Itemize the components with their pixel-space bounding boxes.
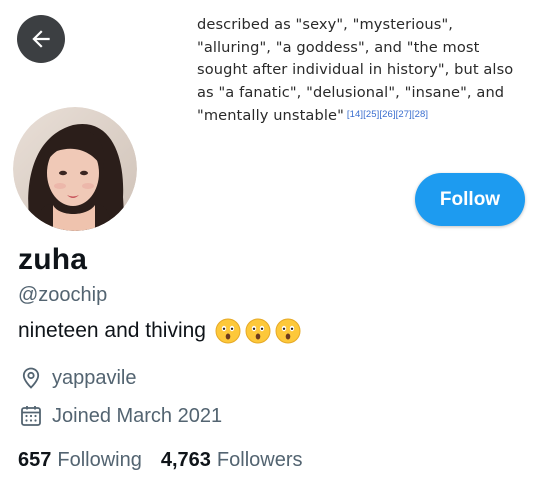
location-pin-icon [22, 367, 40, 389]
banner-line: sought after individual in history", but… [197, 61, 514, 78]
astonished-face-emoji [275, 318, 301, 344]
banner-line: described as "sexy", "mysterious", [197, 16, 454, 33]
location-text: yappavile [52, 366, 137, 389]
banner-line: "mentally unstable" [197, 107, 344, 124]
following-count: 657 [18, 449, 52, 471]
followers-label: Followers [216, 449, 303, 471]
profile-joined-date: Joined March 2021 [19, 404, 222, 428]
followers-count: 4,763 [160, 449, 211, 471]
bio: nineteen and thiving [18, 318, 301, 344]
profile-stats: 657 Following 4,763 Followers [18, 449, 303, 472]
astonished-face-emoji [245, 318, 271, 344]
citation-links: [14][25][26][27][28] [346, 109, 429, 120]
profile-location: yappavile [19, 366, 137, 390]
bio-text: nineteen and thiving [18, 319, 206, 342]
astonished-face-emoji [215, 318, 241, 344]
bio-emoji-row [215, 318, 301, 344]
back-button[interactable] [17, 15, 65, 63]
display-name: zuha [18, 243, 88, 276]
user-handle: @zoochip [18, 284, 108, 306]
avatar[interactable] [13, 107, 137, 231]
follow-button[interactable]: Follow [415, 173, 525, 226]
banner-text: described as "sexy", "mysterious", "allu… [197, 14, 527, 128]
avatar-photo [13, 107, 137, 231]
following-label: Following [57, 449, 142, 471]
banner-line: as "a fanatic", "delusional", "insane", … [197, 83, 505, 101]
followers-link[interactable]: 4,763 Followers [161, 449, 303, 472]
joined-text: Joined March 2021 [52, 404, 223, 427]
arrow-left-icon [32, 30, 50, 48]
banner-line-last: "mentally unstable" [14][25][26][27][28] [197, 104, 527, 128]
calendar-icon [21, 406, 41, 426]
banner-line: "alluring", "a goddess", and "the most [197, 38, 480, 56]
following-link[interactable]: 657 Following [18, 449, 142, 472]
